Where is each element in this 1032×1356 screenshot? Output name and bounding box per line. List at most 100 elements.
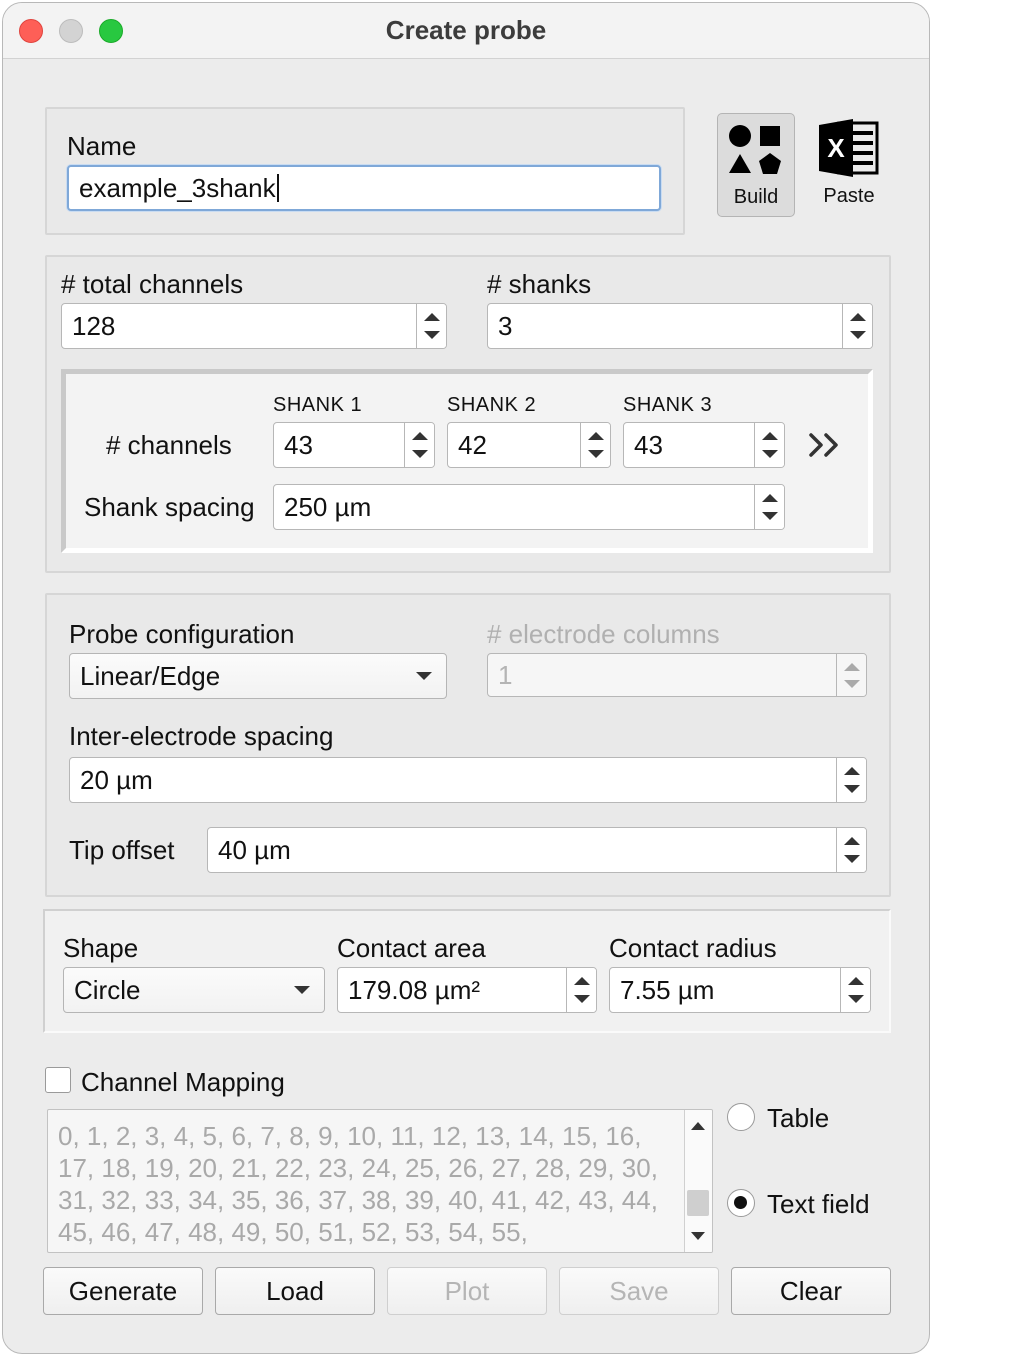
shank-3-header: SHANK 3 xyxy=(623,394,713,416)
create-probe-window: Create probe Name example_3shank Build X… xyxy=(2,2,930,1354)
shank-1-stepper[interactable] xyxy=(404,423,434,467)
text-field-radio-label: Text field xyxy=(767,1189,870,1219)
text-caret xyxy=(276,174,279,202)
shank-1-channels-spinbox[interactable]: 43 xyxy=(273,422,435,468)
probe-config-group: Probe configuration Linear/Edge # electr… xyxy=(45,593,891,897)
channel-mapping-checkbox[interactable] xyxy=(45,1067,71,1093)
up-arrow-icon xyxy=(850,313,866,321)
tip-offset-label: Tip offset xyxy=(69,835,175,865)
contact-area-stepper[interactable] xyxy=(566,968,596,1012)
total-channels-stepper[interactable] xyxy=(416,304,446,348)
shank-2-channels-spinbox[interactable]: 42 xyxy=(447,422,611,468)
probe-config-dropdown[interactable]: Linear/Edge xyxy=(69,653,447,699)
down-arrow-icon xyxy=(588,450,604,458)
tip-offset-spinbox[interactable]: 40 µm xyxy=(207,827,867,873)
shank-spacing-stepper[interactable] xyxy=(754,485,784,529)
name-input[interactable]: example_3shank xyxy=(67,165,661,211)
channels-per-shank-label: # channels xyxy=(106,430,232,460)
excel-icon: X xyxy=(819,119,879,177)
shape-label: Shape xyxy=(63,933,139,963)
shank-3-channels-value: 43 xyxy=(634,430,663,460)
total-channels-spinbox[interactable]: 128 xyxy=(61,303,447,349)
up-arrow-icon xyxy=(844,662,860,671)
down-arrow-icon xyxy=(762,450,778,458)
total-channels-value: 128 xyxy=(72,311,116,341)
shape-value: Circle xyxy=(74,974,141,1005)
down-arrow-icon xyxy=(844,785,860,793)
shank-1-header: SHANK 1 xyxy=(273,394,363,416)
scroll-up-icon[interactable] xyxy=(691,1122,705,1130)
contact-radius-value: 7.55 µm xyxy=(620,975,715,1005)
shank-2-channels-value: 42 xyxy=(458,430,487,460)
up-arrow-icon xyxy=(424,313,440,321)
generate-button[interactable]: Generate xyxy=(43,1267,203,1315)
svg-text:X: X xyxy=(827,133,845,163)
inter-electrode-spacing-label: Inter-electrode spacing xyxy=(69,721,334,751)
down-arrow-icon xyxy=(574,995,590,1003)
down-arrow-icon xyxy=(850,331,866,339)
probe-config-label: Probe configuration xyxy=(69,619,295,649)
load-button[interactable]: Load xyxy=(215,1267,375,1315)
scroll-down-icon[interactable] xyxy=(691,1232,705,1240)
up-arrow-icon xyxy=(844,767,860,775)
shape-dropdown[interactable]: Circle xyxy=(63,967,325,1013)
chevron-down-icon xyxy=(294,986,310,994)
electrode-columns-value: 1 xyxy=(498,660,513,690)
up-arrow-icon xyxy=(574,977,590,985)
down-arrow-icon xyxy=(844,855,860,863)
table-radio-label: Table xyxy=(767,1103,830,1133)
up-arrow-icon xyxy=(762,432,778,440)
paste-button[interactable]: X Paste xyxy=(807,113,891,217)
text-field-radio[interactable] xyxy=(727,1189,755,1217)
up-arrow-icon xyxy=(762,494,778,502)
shank-spacing-label: Shank spacing xyxy=(84,492,255,522)
name-label: Name xyxy=(67,131,137,161)
plot-button: Plot xyxy=(387,1267,547,1315)
down-arrow-icon xyxy=(844,679,860,688)
shanks-spinbox[interactable]: 3 xyxy=(487,303,873,349)
contact-area-spinbox[interactable]: 179.08 µm² xyxy=(337,967,597,1013)
down-arrow-icon xyxy=(424,331,440,339)
next-shanks-icon[interactable] xyxy=(808,432,842,458)
paste-label: Paste xyxy=(823,185,875,207)
shank-1-channels-value: 43 xyxy=(284,430,313,460)
channel-mapping-textarea[interactable]: 0, 1, 2, 3, 4, 5, 6, 7, 8, 9, 10, 11, 12… xyxy=(47,1109,713,1253)
inter-electrode-spacing-spinbox[interactable]: 20 µm xyxy=(69,757,867,803)
contact-radius-stepper[interactable] xyxy=(840,968,870,1012)
shank-panel: SHANK 1 SHANK 2 SHANK 3 # channels 43 42… xyxy=(61,369,873,553)
contact-area-value: 179.08 µm² xyxy=(348,975,481,1005)
shank-spacing-spinbox[interactable]: 250 µm xyxy=(273,484,785,530)
contact-radius-spinbox[interactable]: 7.55 µm xyxy=(609,967,871,1013)
build-label: Build xyxy=(733,186,779,208)
contact-area-label: Contact area xyxy=(337,933,486,963)
channels-group: # total channels 128 # shanks 3 SHANK 1 … xyxy=(45,255,891,573)
down-arrow-icon xyxy=(412,450,428,458)
shank-spacing-value: 250 µm xyxy=(284,492,372,522)
shank-3-channels-spinbox[interactable]: 43 xyxy=(623,422,785,468)
title-bar: Create probe xyxy=(3,3,929,59)
inter-electrode-spacing-stepper[interactable] xyxy=(836,758,866,802)
shanks-value: 3 xyxy=(498,311,513,341)
down-arrow-icon xyxy=(762,512,778,520)
contact-radius-label: Contact radius xyxy=(609,933,777,963)
window-title: Create probe xyxy=(385,15,547,45)
build-button[interactable]: Build xyxy=(717,113,795,217)
shanks-label: # shanks xyxy=(487,269,592,299)
save-button: Save xyxy=(559,1267,719,1315)
tip-offset-value: 40 µm xyxy=(218,835,291,865)
up-arrow-icon xyxy=(848,977,864,985)
up-arrow-icon xyxy=(588,432,604,440)
channel-mapping-scrollbar[interactable] xyxy=(684,1110,712,1252)
shank-3-stepper[interactable] xyxy=(754,423,784,467)
shank-2-stepper[interactable] xyxy=(580,423,610,467)
name-value: example_3shank xyxy=(79,173,276,203)
inter-electrode-spacing-value: 20 µm xyxy=(80,765,153,795)
tip-offset-stepper[interactable] xyxy=(836,828,866,872)
shank-2-header: SHANK 2 xyxy=(447,394,537,416)
chevron-down-icon xyxy=(416,672,432,680)
shanks-stepper[interactable] xyxy=(842,304,872,348)
scroll-thumb[interactable] xyxy=(687,1190,709,1216)
shapes-icon xyxy=(729,125,781,174)
clear-button[interactable]: Clear xyxy=(731,1267,891,1315)
table-radio[interactable] xyxy=(727,1103,755,1131)
